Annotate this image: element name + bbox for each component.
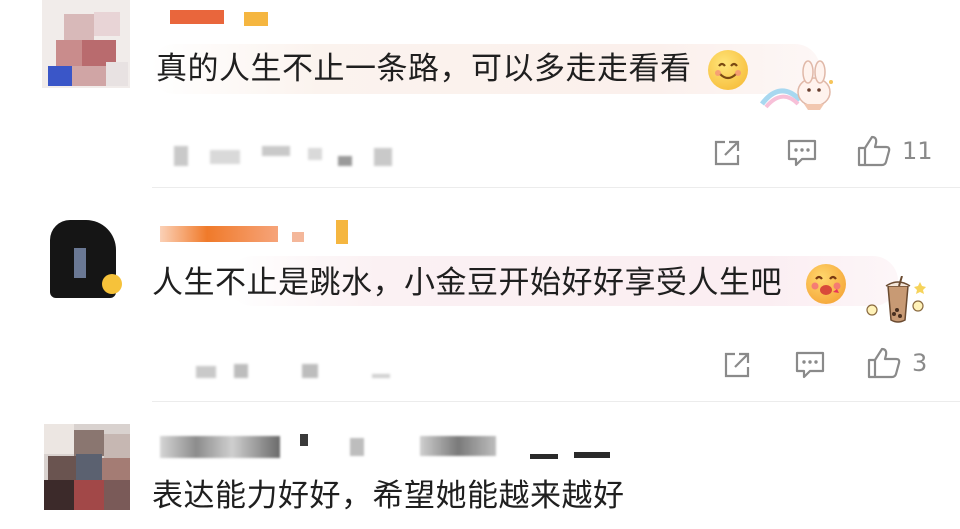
avatar[interactable] xyxy=(42,0,130,88)
comment-meta-redacted xyxy=(374,148,392,166)
comment-meta-redacted xyxy=(234,364,248,378)
thumbs-up-icon xyxy=(857,135,891,167)
avatar[interactable] xyxy=(44,216,124,300)
comment-meta-redacted xyxy=(372,374,390,378)
smiling-face-emoji xyxy=(708,50,748,90)
like-count: 11 xyxy=(902,137,933,165)
avatar[interactable] xyxy=(44,424,130,510)
username[interactable] xyxy=(160,436,280,458)
like-button[interactable]: 3 xyxy=(866,346,927,380)
username-extra xyxy=(292,232,304,242)
comment-meta-redacted xyxy=(262,146,290,156)
like-count: 3 xyxy=(912,349,928,377)
comment-item: 表达能力好好，希望她能越来越好 xyxy=(0,402,960,529)
reply-button[interactable] xyxy=(786,138,818,168)
comment-meta-redacted xyxy=(338,156,352,166)
comment-item: 人生不止是跳水，小金豆开始好好享受人生吧 3 xyxy=(0,188,960,400)
user-badge xyxy=(336,220,348,244)
comment-meta-redacted xyxy=(308,148,322,160)
share-button[interactable] xyxy=(712,138,742,168)
share-button[interactable] xyxy=(722,350,752,380)
username-extra xyxy=(530,454,558,459)
comment-meta-redacted xyxy=(174,146,188,166)
comment-text: 表达能力好好，希望她能越来越好 xyxy=(152,478,625,514)
comment-icon xyxy=(787,139,817,167)
share-icon xyxy=(724,352,750,378)
face-blowing-kiss-emoji xyxy=(806,264,846,304)
username[interactable] xyxy=(170,10,224,24)
user-badge xyxy=(244,12,268,26)
comment-meta-redacted xyxy=(210,150,240,164)
comment-icon xyxy=(795,351,825,379)
username-extra xyxy=(350,438,364,456)
thumbs-up-icon xyxy=(867,347,901,379)
bubble-tea-sticker-icon xyxy=(866,276,926,323)
comment-meta-redacted xyxy=(302,364,318,378)
reply-button[interactable] xyxy=(794,350,826,380)
like-button[interactable]: 11 xyxy=(856,134,933,168)
comment-text: 真的人生不止一条路，可以多走走看看 xyxy=(156,51,692,87)
username-extra xyxy=(574,452,610,458)
comment-meta-redacted xyxy=(196,366,216,378)
bunny-sticker-icon xyxy=(760,60,833,110)
share-icon xyxy=(714,140,740,166)
username-extra xyxy=(300,434,308,446)
comment-text: 人生不止是跳水，小金豆开始好好享受人生吧 xyxy=(152,265,782,301)
username[interactable] xyxy=(160,226,278,242)
username-extra xyxy=(420,436,496,456)
comment-item: 真的人生不止一条路，可以多走走看看 11 xyxy=(0,0,960,187)
